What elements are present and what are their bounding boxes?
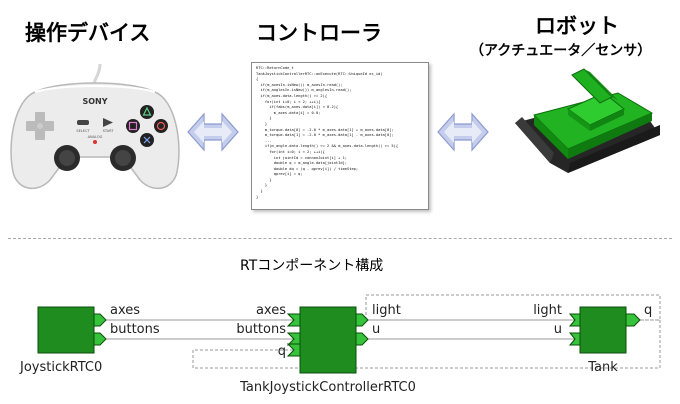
joystick-axes-port[interactable]	[93, 313, 107, 327]
tank-inport-label: light	[533, 303, 562, 318]
tank-rtc-box[interactable]	[579, 306, 627, 354]
controller-light-outport[interactable]	[355, 313, 369, 327]
rt-component-diagram: axes buttons JoystickRTC0 axes buttons q…	[19, 294, 661, 395]
tank-outport-label: q	[644, 303, 652, 318]
tank-inport-label: u	[554, 322, 562, 337]
double-arrow-icon	[437, 112, 489, 152]
controller-inport-label: buttons	[236, 322, 286, 337]
controller-outport-label: light	[372, 303, 401, 318]
controller-rtc-box[interactable]	[299, 306, 357, 374]
double-arrow-icon	[187, 112, 239, 152]
heading-robot: ロボット	[535, 14, 619, 38]
gamepad-select-label: SELECT	[76, 129, 90, 133]
gamepad-icon: SONY SELECT START ANALOG	[10, 63, 180, 190]
joystick-port-label: axes	[110, 303, 140, 318]
tank-rtc-name: Tank	[587, 360, 618, 375]
heading-robot-subtitle: （アクチュエータ／センサ）	[470, 43, 652, 59]
controller-inport-label: axes	[256, 303, 286, 318]
joystick-rtc-box[interactable]	[37, 306, 95, 354]
source-code-text: RTC::ReturnCode_t TankJoystickController…	[256, 66, 399, 199]
section-title: RTコンポーネント構成	[240, 258, 384, 274]
controller-q-inport[interactable]	[286, 343, 301, 357]
heading-input-device: 操作デバイス	[25, 21, 151, 45]
heading-controller: コントローラ	[256, 21, 382, 45]
joystick-port-label: buttons	[110, 322, 160, 337]
gamepad-brand-label: SONY	[82, 97, 107, 106]
controller-outport-label: u	[372, 322, 380, 337]
controller-rtc-name: TankJoystickControllerRTC0	[239, 380, 416, 395]
section-divider	[8, 238, 672, 239]
source-code-panel: RTC::ReturnCode_t TankJoystickController…	[251, 62, 429, 210]
joystick-buttons-port[interactable]	[93, 332, 107, 346]
joystick-rtc-name: JoystickRTC0	[19, 360, 102, 375]
gamepad-start-label: START	[103, 129, 115, 133]
controller-u-outport[interactable]	[355, 332, 369, 346]
controller-inport-label: q	[278, 344, 286, 359]
gamepad-analog-label: ANALOG	[88, 135, 103, 139]
tank-robot-icon	[515, 68, 660, 173]
tank-q-outport[interactable]	[625, 313, 641, 327]
